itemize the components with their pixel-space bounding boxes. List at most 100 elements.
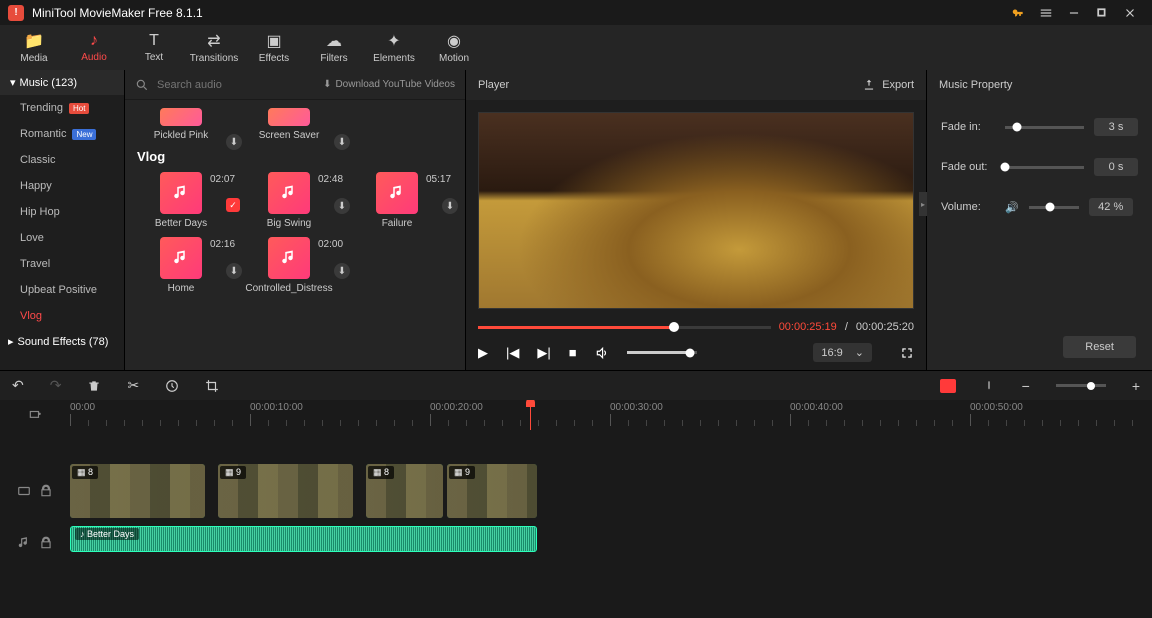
split-button[interactable]: ✂ bbox=[127, 377, 139, 394]
play-button[interactable]: ▶ bbox=[478, 345, 488, 361]
audio-clip[interactable]: ♪ Better Days bbox=[70, 526, 537, 552]
category-hip-hop[interactable]: Hip Hop bbox=[0, 199, 124, 225]
audio-item[interactable]: 02:00⬇Controlled_Distress bbox=[245, 237, 333, 294]
tab-audio[interactable]: ♪Audio bbox=[64, 25, 124, 70]
zoom-slider[interactable] bbox=[1056, 384, 1106, 387]
sfx-category-header[interactable]: ▸ Sound Effects (78) bbox=[0, 329, 124, 354]
chevron-down-icon: ⌄ bbox=[855, 346, 864, 359]
audio-item[interactable]: ⬇Screen Saver bbox=[245, 108, 333, 141]
download-icon[interactable]: ⬇ bbox=[334, 134, 350, 150]
minimize-button[interactable] bbox=[1060, 0, 1088, 25]
effects-icon: ▣ bbox=[266, 31, 281, 51]
music-category-header[interactable]: ▾ Music (123) bbox=[0, 70, 124, 95]
category-classic[interactable]: Classic bbox=[0, 147, 124, 173]
search-input[interactable] bbox=[157, 79, 315, 91]
time-ruler[interactable]: 00:0000:00:10:0000:00:20:0000:00:30:0000… bbox=[70, 400, 1152, 430]
progress-bar[interactable] bbox=[478, 326, 771, 329]
section-title: Vlog bbox=[137, 149, 453, 164]
video-clip[interactable]: ▦ 9 bbox=[447, 464, 537, 518]
volume-slider[interactable] bbox=[627, 351, 697, 354]
category-happy[interactable]: Happy bbox=[0, 173, 124, 199]
chevron-right-icon: ▸ bbox=[8, 335, 14, 348]
fadein-value[interactable]: 3 s bbox=[1094, 118, 1138, 136]
video-clip[interactable]: ▦ 8 bbox=[70, 464, 205, 518]
fadein-label: Fade in: bbox=[941, 121, 995, 133]
download-icon[interactable]: ⬇ bbox=[226, 263, 242, 279]
fadein-slider[interactable] bbox=[1005, 126, 1084, 129]
audio-item[interactable]: ⬇Pickled Pink bbox=[137, 108, 225, 141]
timeline-toolbar: ↶ ↷ ✂ − + bbox=[0, 370, 1152, 400]
volume-value[interactable]: 42 % bbox=[1089, 198, 1133, 216]
category-trending[interactable]: TrendingHot bbox=[0, 95, 124, 121]
menu-icon[interactable] bbox=[1032, 0, 1060, 25]
collapse-panel-button[interactable]: ▸ bbox=[919, 192, 927, 216]
fadeout-slider[interactable] bbox=[1005, 166, 1084, 169]
audio-track-head[interactable] bbox=[0, 536, 70, 550]
audio-item[interactable]: 05:17⬇Failure bbox=[353, 172, 441, 229]
snap-toggle[interactable] bbox=[940, 379, 956, 393]
fullscreen-button[interactable] bbox=[900, 346, 914, 360]
filters-icon: ☁ bbox=[326, 31, 342, 51]
audio-track[interactable]: ♪ Better Days bbox=[70, 522, 1152, 564]
maximize-button[interactable] bbox=[1088, 0, 1116, 25]
tab-media[interactable]: 📁Media bbox=[4, 25, 64, 70]
music-icon bbox=[268, 108, 310, 126]
video-clip[interactable]: ▦ 9 bbox=[218, 464, 353, 518]
audio-item[interactable]: 02:07✓Better Days bbox=[137, 172, 225, 229]
undo-button[interactable]: ↶ bbox=[12, 377, 24, 394]
download-youtube-link[interactable]: ⬇ Download YouTube Videos bbox=[323, 79, 455, 90]
player-title: Player bbox=[478, 79, 509, 91]
media-icon: 📁 bbox=[24, 31, 44, 51]
redo-button[interactable]: ↷ bbox=[50, 377, 62, 394]
video-track[interactable]: ▦ 8▦ 9▦ 8▦ 9 bbox=[70, 460, 1152, 522]
zoom-in-button[interactable]: + bbox=[1132, 378, 1140, 394]
playhead[interactable] bbox=[530, 400, 531, 430]
audio-item[interactable]: 02:48⬇Big Swing bbox=[245, 172, 333, 229]
tab-text[interactable]: TText bbox=[124, 25, 184, 70]
stop-button[interactable]: ■ bbox=[569, 345, 577, 360]
delete-button[interactable] bbox=[87, 379, 101, 393]
fadeout-value[interactable]: 0 s bbox=[1094, 158, 1138, 176]
download-icon[interactable]: ⬇ bbox=[442, 198, 458, 214]
next-frame-button[interactable]: ▶| bbox=[537, 345, 550, 361]
duration: 02:00 bbox=[318, 239, 343, 250]
category-sidebar: ▾ Music (123) TrendingHotRomanticNewClas… bbox=[0, 70, 125, 370]
export-button[interactable]: Export bbox=[862, 78, 914, 92]
clip-badge: ▦ 9 bbox=[220, 466, 246, 479]
tab-motion[interactable]: ◉Motion bbox=[424, 25, 484, 70]
speed-button[interactable] bbox=[165, 379, 179, 393]
video-track-head[interactable] bbox=[0, 484, 70, 498]
aspect-ratio-select[interactable]: 16:9 ⌄ bbox=[813, 343, 872, 362]
audio-item[interactable]: 02:16⬇Home bbox=[137, 237, 225, 294]
license-key-icon[interactable] bbox=[1004, 0, 1032, 25]
download-icon[interactable]: ⬇ bbox=[334, 198, 350, 214]
tab-filters[interactable]: ☁Filters bbox=[304, 25, 364, 70]
category-love[interactable]: Love bbox=[0, 225, 124, 251]
prev-frame-button[interactable]: |◀ bbox=[506, 345, 519, 361]
add-track-button[interactable] bbox=[0, 400, 70, 430]
tab-effects[interactable]: ▣Effects bbox=[244, 25, 304, 70]
category-travel[interactable]: Travel bbox=[0, 251, 124, 277]
duration: 02:48 bbox=[318, 174, 343, 185]
category-vlog[interactable]: Vlog bbox=[0, 303, 124, 329]
music-icon bbox=[160, 172, 202, 214]
category-romantic[interactable]: RomanticNew bbox=[0, 121, 124, 147]
zoom-out-button[interactable]: − bbox=[1022, 378, 1030, 394]
volume-slider-prop[interactable] bbox=[1029, 206, 1079, 209]
video-clip[interactable]: ▦ 8 bbox=[366, 464, 443, 518]
tab-elements[interactable]: ✦Elements bbox=[364, 25, 424, 70]
music-icon bbox=[160, 237, 202, 279]
video-preview[interactable] bbox=[478, 112, 914, 309]
audio-library-panel: ⬇ Download YouTube Videos ⬇Pickled Pink⬇… bbox=[125, 70, 465, 370]
category-upbeat-positive[interactable]: Upbeat Positive bbox=[0, 277, 124, 303]
download-icon[interactable]: ⬇ bbox=[226, 134, 242, 150]
reset-button[interactable]: Reset bbox=[1063, 336, 1136, 358]
crop-button[interactable] bbox=[205, 379, 219, 393]
download-icon[interactable]: ⬇ bbox=[334, 263, 350, 279]
text-icon: T bbox=[149, 32, 159, 50]
total-time: 00:00:25:20 bbox=[856, 321, 914, 333]
marker-button[interactable] bbox=[982, 379, 996, 393]
close-button[interactable] bbox=[1116, 0, 1144, 25]
volume-icon[interactable] bbox=[595, 346, 609, 360]
tab-transitions[interactable]: ⇄Transitions bbox=[184, 25, 244, 70]
